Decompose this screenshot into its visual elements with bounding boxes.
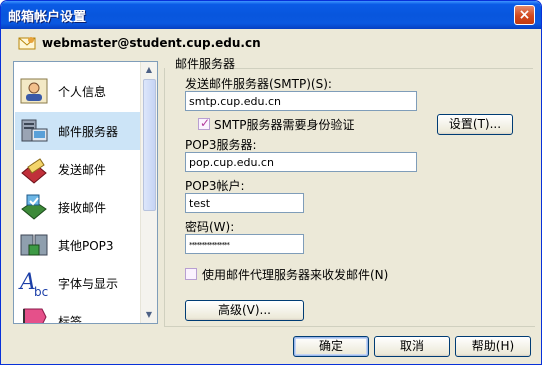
- sidebar-item-font-display[interactable]: A bc 字体与显示: [15, 264, 140, 302]
- mail-account-icon: [18, 37, 36, 50]
- checkmark-icon: ✓: [200, 116, 211, 130]
- ok-button[interactable]: 确定: [293, 336, 369, 357]
- scroll-up-icon[interactable]: ▲: [142, 63, 156, 77]
- font-display-icon: A bc: [18, 270, 48, 299]
- smtp-auth-checkbox[interactable]: ✓: [198, 116, 211, 130]
- sidebar-item-receive-mail[interactable]: 接收邮件: [15, 188, 140, 226]
- sidebar-item-mail-server[interactable]: 邮件服务器: [15, 112, 140, 150]
- pop3-server-label: POP3服务器:: [185, 138, 257, 152]
- category-list: 个人信息 邮件服务器 发送邮件 接收邮件 其他POP3 A bc 字体与显示 标…: [13, 61, 158, 324]
- pop3-account-label: POP3帐户:: [185, 179, 245, 193]
- tag-icon: [23, 308, 47, 323]
- password-label: 密码(W):: [185, 220, 235, 234]
- proxy-label: 使用邮件代理服务器来收发邮件(N): [202, 268, 389, 282]
- sidebar-item-label: 字体与显示: [58, 276, 119, 291]
- receive-mail-icon: [21, 194, 47, 220]
- window-title: 邮箱帐户设置: [8, 10, 87, 25]
- sidebar-item-other-pop3[interactable]: 其他POP3: [15, 226, 140, 264]
- close-button[interactable]: ×: [514, 5, 535, 25]
- close-icon: ×: [518, 7, 531, 23]
- smtp-settings-button[interactable]: 设置(T)...: [437, 114, 513, 135]
- account-email: webmaster@student.cup.edu.cn: [42, 36, 261, 50]
- sidebar-item-send-mail[interactable]: 发送邮件: [15, 150, 140, 188]
- scroll-down-icon[interactable]: ▼: [142, 308, 156, 322]
- mail-server-icon: [21, 119, 48, 142]
- scroll-thumb[interactable]: [143, 79, 156, 211]
- sidebar-item-label: 其他POP3: [58, 238, 114, 253]
- password-input[interactable]: ****************: [185, 234, 304, 254]
- smtp-server-input[interactable]: smtp.cup.edu.cn: [185, 91, 417, 111]
- sidebar-item-tag[interactable]: 标签: [15, 302, 140, 324]
- title-bar[interactable]: 邮箱帐户设置 ×: [1, 1, 541, 29]
- sidebar-item-label: 邮件服务器: [58, 124, 119, 139]
- proxy-checkbox[interactable]: [185, 268, 197, 280]
- sidebar-scrollbar[interactable]: ▲ ▼: [140, 62, 157, 323]
- dialog-window: 邮箱帐户设置 × webmaster@student.cup.edu.cn 个人…: [0, 0, 542, 365]
- smtp-label: 发送邮件服务器(SMTP)(S):: [185, 77, 332, 91]
- smtp-auth-label: SMTP服务器需要身份验证: [214, 118, 355, 132]
- group-title: 邮件服务器: [175, 57, 236, 71]
- other-pop3-icon: [20, 234, 48, 256]
- advanced-button[interactable]: 高级(V)...: [185, 300, 304, 321]
- sidebar-item-label: 个人信息: [58, 84, 107, 99]
- cancel-button[interactable]: 取消: [374, 336, 450, 357]
- sidebar-item-label: 发送邮件: [58, 162, 107, 177]
- send-mail-icon: [21, 158, 47, 184]
- person-card-icon: [20, 78, 48, 104]
- sidebar-item-label: 接收邮件: [58, 200, 107, 215]
- sidebar-item-personal-info[interactable]: 个人信息: [15, 72, 140, 110]
- svg-text:bc: bc: [34, 285, 48, 299]
- pop3-server-input[interactable]: pop.cup.edu.cn: [185, 152, 417, 172]
- sidebar-item-label: 标签: [58, 314, 83, 324]
- account-header: webmaster@student.cup.edu.cn: [18, 36, 261, 50]
- pop3-account-input[interactable]: test: [185, 193, 304, 213]
- dialog-content: webmaster@student.cup.edu.cn 个人信息 邮件服务器 …: [4, 29, 538, 363]
- help-button[interactable]: 帮助(H): [455, 336, 531, 357]
